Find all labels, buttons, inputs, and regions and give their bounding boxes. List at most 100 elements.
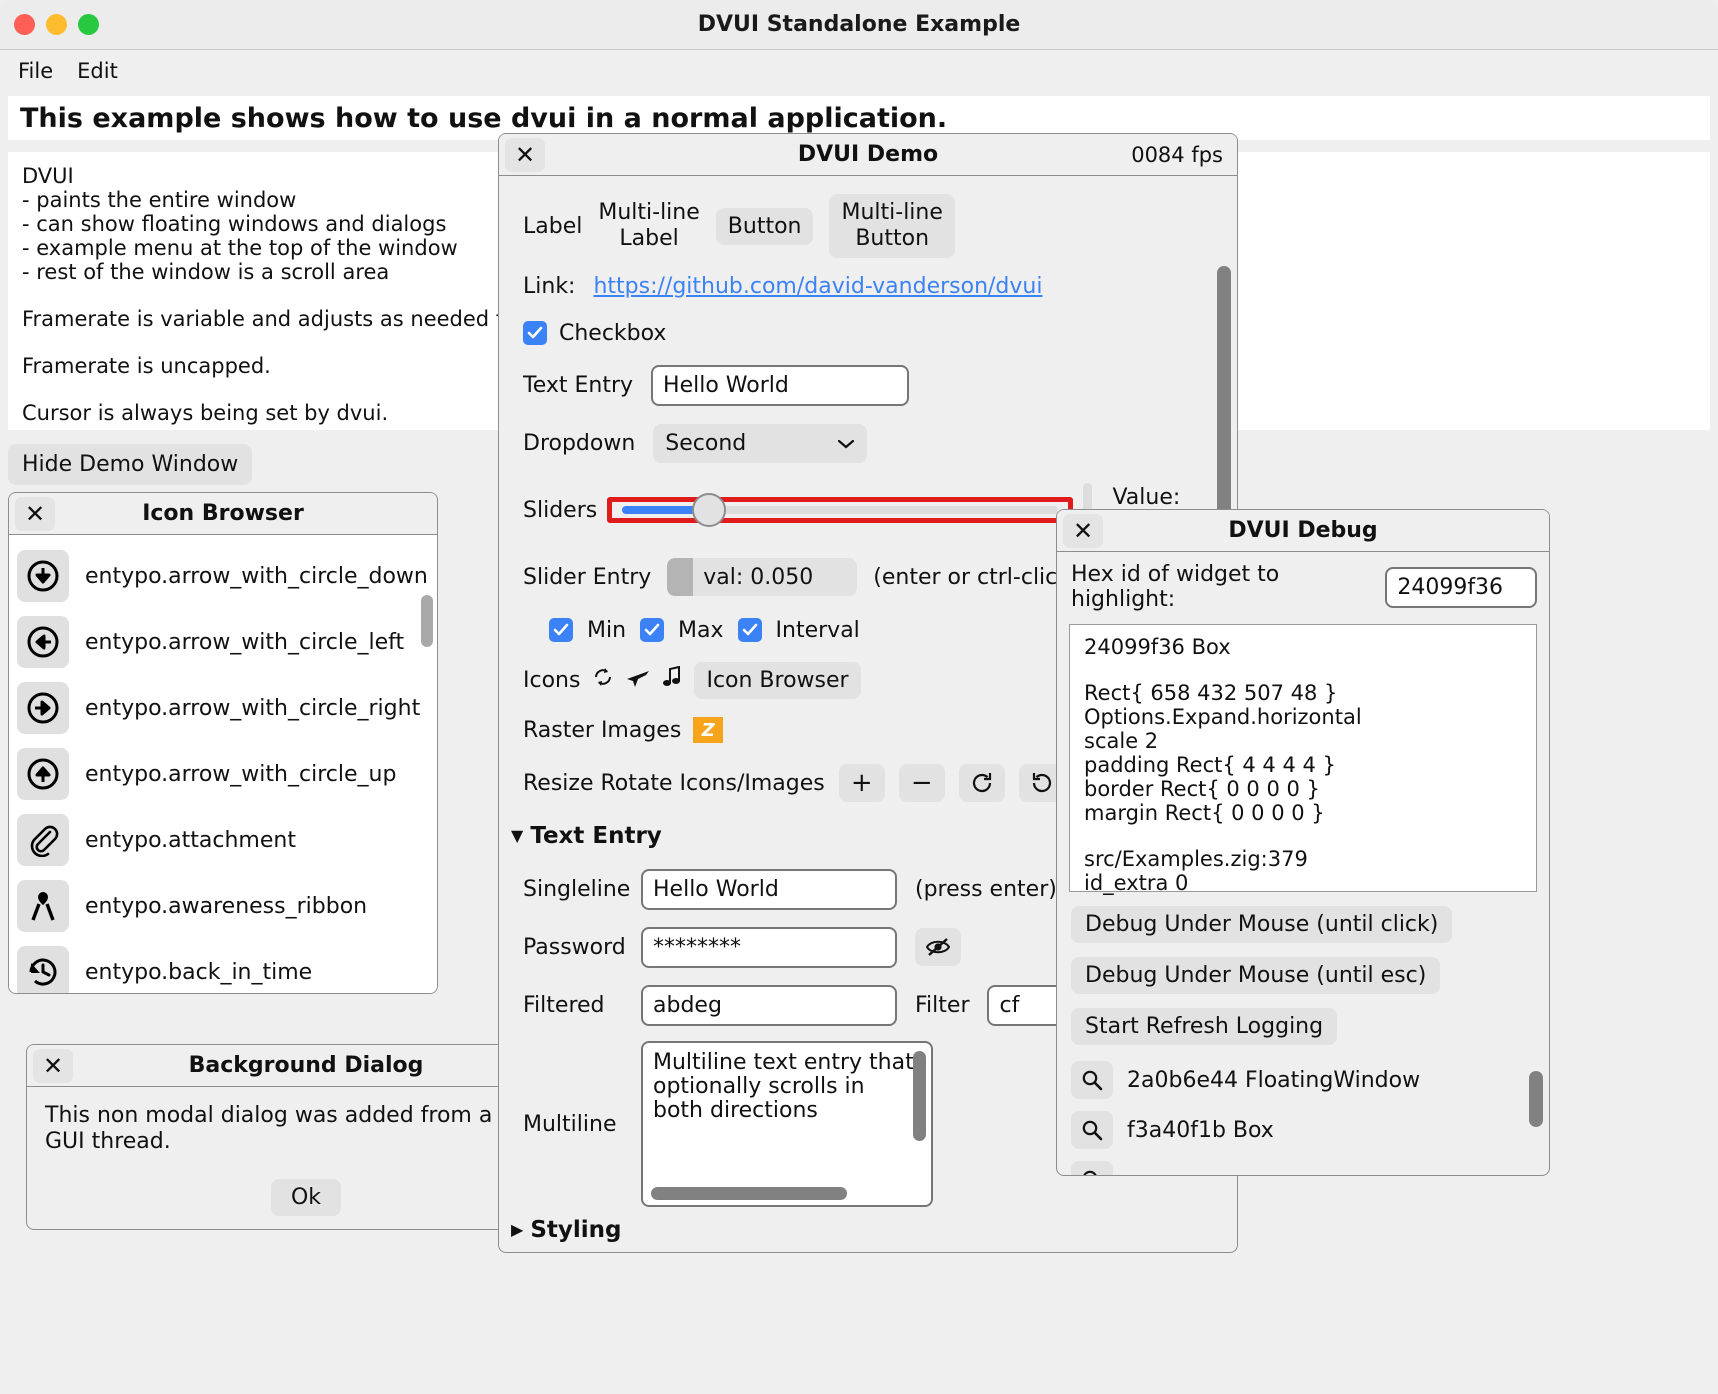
menu-bar: File Edit [0,50,1718,92]
app-root: DVUI Standalone Example File Edit This e… [0,0,1718,1394]
checkbox[interactable] [523,321,547,345]
multiline-vertical-scrollbar[interactable] [913,1051,926,1141]
horizontal-slider[interactable] [622,493,1059,527]
slider-highlight-box [607,493,1074,527]
label-text: Label [523,213,583,239]
singleline-label: Singleline [523,876,631,902]
link-label: Link: [523,273,576,299]
rotate-cw-icon[interactable] [958,764,1005,802]
section-layout[interactable]: ▶ Layout [511,1246,1227,1252]
list-item[interactable]: entypo.awareness_ribbon [9,873,437,939]
debug-title-bar[interactable]: ✕ DVUI Debug [1057,510,1549,552]
slider-entry-widget[interactable]: val: 0.050 [667,558,858,596]
search-icon[interactable] [1071,1161,1113,1175]
filtered-input[interactable]: abdeg [641,984,897,1026]
debug-under-mouse-until-esc-button[interactable]: Debug Under Mouse (until esc) [1071,957,1441,994]
decrease-size-button[interactable]: − [898,764,945,802]
zoom-window-button[interactable] [78,14,99,35]
dropdown-label: Dropdown [523,430,636,456]
attachment-icon[interactable] [17,814,69,866]
close-icon[interactable]: ✕ [1063,513,1103,548]
increase-size-button[interactable]: + [838,764,885,802]
eye-off-icon[interactable] [915,928,961,966]
list-item-label: entypo.attachment [85,827,296,853]
slider-entry-label: Slider Entry [523,564,652,590]
arrow-with-circle-right-icon[interactable] [17,682,69,734]
dropdown-select[interactable]: Second [653,423,868,463]
close-window-button[interactable] [14,14,35,35]
back-in-time-icon[interactable] [17,946,69,993]
chevron-right-icon: ▶ [511,1220,524,1239]
list-item[interactable]: entypo.back_in_time [9,939,437,993]
minimize-window-button[interactable] [46,14,67,35]
close-icon[interactable]: ✕ [33,1048,73,1083]
section-styling[interactable]: ▶ Styling [511,1214,1227,1246]
close-icon[interactable]: ✕ [505,137,545,172]
chevron-down-icon [837,431,855,456]
list-item[interactable]: entypo.arrow_with_circle_down [9,543,437,609]
hide-demo-window-button[interactable]: Hide Demo Window [8,444,253,485]
slider-knob[interactable] [692,493,727,527]
list-item[interactable]: 2a0b6e44 FloatingWindow [1057,1055,1549,1105]
search-icon[interactable] [1071,1111,1113,1149]
list-item-label: entypo.arrow_with_circle_up [85,761,397,787]
password-label: Password [523,934,626,960]
list-item[interactable]: entypo.arrow_with_circle_left [9,609,437,675]
list-item[interactable]: f3a40f1b Box [1057,1105,1549,1155]
list-item[interactable]: entypo.arrow_with_circle_right [9,675,437,741]
search-icon[interactable] [1071,1061,1113,1099]
list-item[interactable]: entypo.arrow_with_circle_up [9,741,437,807]
airplane-icon [626,666,650,694]
list-item[interactable] [1057,1155,1549,1175]
ok-button[interactable]: Ok [270,1179,342,1216]
debug-scrollbar[interactable] [1529,1071,1543,1127]
sliders-label: Sliders [523,497,598,523]
arrow-with-circle-left-icon[interactable] [17,616,69,668]
menu-item-edit[interactable]: Edit [67,55,128,87]
button[interactable]: Button [715,207,814,245]
raster-images-label: Raster Images [523,717,682,743]
debug-info-panel: 24099f36 Box Rect{ 658 432 507 48 } Opti… [1069,624,1537,895]
filtered-label: Filtered [523,992,605,1018]
multiline-label: Multiline [523,1111,617,1137]
menu-item-file[interactable]: File [8,55,63,87]
checkbox-max[interactable] [640,618,665,642]
demo-title-bar[interactable]: ✕ DVUI Demo 0084 fps [499,134,1237,176]
filter-label: Filter [915,992,970,1018]
icon-browser-button[interactable]: Icon Browser [694,661,861,699]
text-entry-label: Text Entry [523,372,634,398]
debug-under-mouse-until-click-button[interactable]: Debug Under Mouse (until click) [1071,906,1453,943]
multiline-textarea[interactable]: Multiline text entry that optionally scr… [641,1041,933,1207]
checkbox-min-label: Min [587,617,627,643]
icon-browser-scrollbar[interactable] [421,595,433,647]
text-entry-input[interactable]: Hello World [651,364,910,406]
list-item-label: entypo.arrow_with_circle_down [85,563,428,589]
checkbox-interval[interactable] [737,618,762,642]
checkbox-max-label: Max [678,617,724,643]
checkbox-min[interactable] [549,618,573,642]
resize-rotate-label: Resize Rotate Icons/Images [523,770,825,796]
multi-line-button[interactable]: Multi-line Button [829,194,955,258]
checkbox-interval-label: Interval [775,617,860,643]
arrow-with-circle-up-icon[interactable] [17,748,69,800]
start-refresh-logging-button[interactable]: Start Refresh Logging [1071,1008,1338,1045]
icon-browser-title-bar[interactable]: ✕ Icon Browser [9,493,437,535]
multiline-horizontal-scrollbar[interactable] [651,1187,847,1200]
password-input[interactable]: ******** [641,926,897,968]
slider-entry-fill [667,558,694,596]
singleline-input[interactable]: Hello World [641,868,897,910]
os-title-bar: DVUI Standalone Example [0,0,1718,50]
list-item-label: f3a40f1b Box [1127,1117,1274,1143]
close-icon[interactable]: ✕ [15,496,55,531]
dvui-debug-window: ✕ DVUI Debug Hex id of widget to highlig… [1056,509,1550,1176]
hex-id-input[interactable]: 24099f36 [1385,566,1537,608]
background-dialog-text: This non modal dialog was added from a n… [45,1103,549,1154]
awareness-ribbon-icon[interactable] [17,880,69,932]
arrow-with-circle-down-icon[interactable] [17,550,69,602]
repo-link[interactable]: https://github.com/david-vanderson/dvui [593,274,1042,299]
debug-info-block-2: src/Examples.zig:379 id_extra 0 [1084,847,1308,895]
list-item[interactable]: entypo.attachment [9,807,437,873]
icon-browser-list[interactable]: entypo.arrow_with_circle_down entypo.arr… [9,535,437,993]
music-note-icon [662,665,682,694]
chevron-down-icon: ▼ [511,826,524,845]
